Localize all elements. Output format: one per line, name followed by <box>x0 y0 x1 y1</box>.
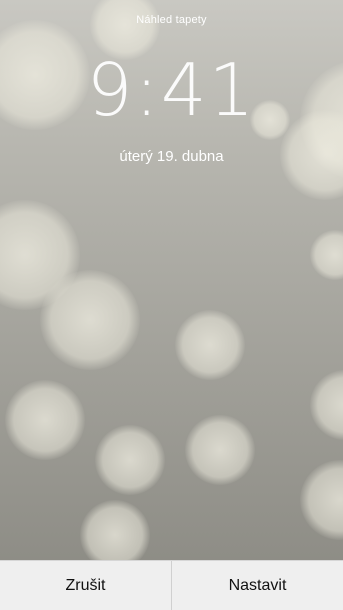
bokeh-circle <box>80 500 150 560</box>
lockscreen-date: úterý 19. dubna <box>119 148 224 165</box>
bokeh-circle <box>95 425 165 495</box>
lockscreen-clock: 9:41 <box>86 48 257 132</box>
preview-toolbar: Zrušit Nastavit <box>0 560 343 610</box>
bokeh-circle <box>185 415 255 485</box>
bokeh-circle <box>175 310 245 380</box>
bokeh-circle <box>310 370 343 440</box>
set-wallpaper-button[interactable]: Nastavit <box>172 561 343 610</box>
bokeh-circle <box>310 230 343 280</box>
wallpaper-image: Náhled tapety 9:41 úterý 19. dubna <box>0 0 343 560</box>
bokeh-circle <box>5 380 85 460</box>
cancel-button[interactable]: Zrušit <box>0 561 171 610</box>
bokeh-circle <box>300 460 343 540</box>
wallpaper-preview-screen: Náhled tapety 9:41 úterý 19. dubna Zruši… <box>0 0 343 610</box>
bokeh-circle <box>40 270 140 370</box>
page-title: Náhled tapety <box>136 14 207 26</box>
